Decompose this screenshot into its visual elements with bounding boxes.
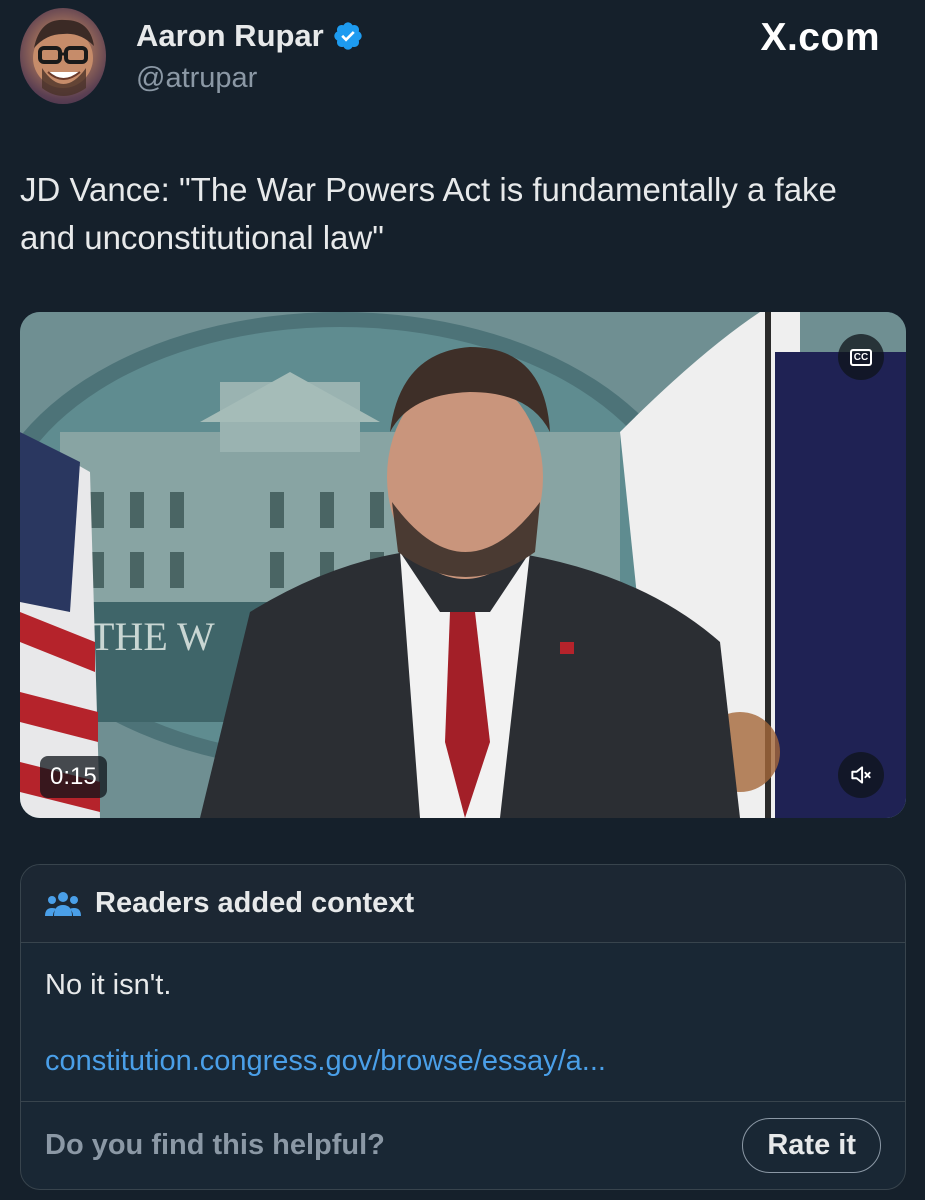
community-note-source-link[interactable]: constitution.congress.gov/browse/essay/a…: [45, 1045, 606, 1078]
community-note-body: No it isn't.: [45, 969, 172, 1001]
brand-watermark: X.com: [760, 16, 880, 59]
people-icon: [45, 891, 81, 916]
community-note-title: Readers added context: [95, 887, 415, 919]
video-frame: THE W: [20, 312, 906, 818]
video-duration: 0:15: [40, 756, 107, 798]
community-note-header: Readers added context: [21, 865, 905, 943]
author-name-row: Aaron Rupar: [136, 18, 364, 54]
community-note: Readers added context No it isn't. const…: [20, 864, 906, 1190]
helpful-prompt: Do you find this helpful?: [45, 1129, 385, 1161]
svg-text:THE W: THE W: [90, 614, 215, 659]
volume-muted-icon: [851, 766, 871, 784]
avatar-image: [33, 19, 94, 96]
community-note-footer: Do you find this helpful? Rate it: [21, 1101, 905, 1189]
rate-it-button[interactable]: Rate it: [742, 1118, 881, 1173]
closed-captions-icon: CC: [849, 348, 873, 366]
author-name[interactable]: Aaron Rupar: [136, 18, 324, 54]
mute-button[interactable]: [838, 752, 884, 798]
verified-badge-icon: [334, 22, 362, 50]
author-handle[interactable]: @atrupar: [136, 62, 257, 95]
tweet-text: JD Vance: "The War Powers Act is fundame…: [20, 171, 837, 256]
closed-captions-button[interactable]: CC: [838, 334, 884, 380]
video-player[interactable]: THE W CC 0:15: [20, 312, 906, 818]
author-avatar[interactable]: [20, 8, 106, 104]
